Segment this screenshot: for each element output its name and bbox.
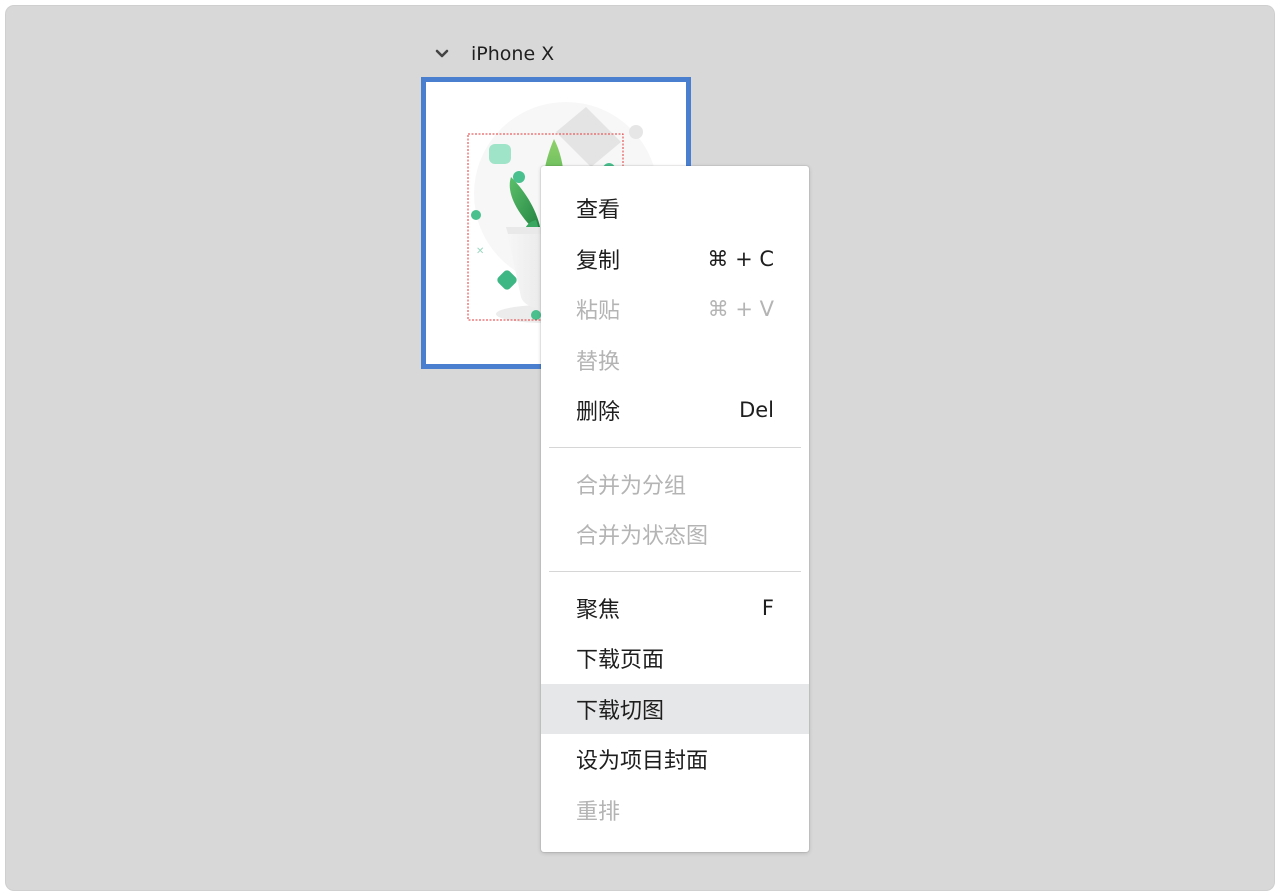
menu-item-rearrange: 重排: [541, 785, 809, 836]
menu-item-set-cover[interactable]: 设为项目封面: [541, 734, 809, 785]
menu-item-label: 下载切图: [576, 698, 665, 724]
menu-item-merge-state: 合并为状态图: [541, 509, 809, 560]
menu-item-label: 聚焦: [576, 597, 621, 623]
menu-item-label: 替换: [576, 349, 621, 375]
menu-item-label: 合并为分组: [576, 473, 687, 499]
menu-item-label: 重排: [576, 799, 621, 825]
menu-item-label: 下载页面: [576, 648, 665, 674]
artboard-header[interactable]: iPhone X: [434, 42, 554, 66]
menu-item-label: 粘贴: [576, 299, 621, 325]
context-menu: 查看 复制 ⌘ + C 粘贴 ⌘ + V 替换 删除 Del 合并为分组 合并为…: [541, 166, 809, 852]
menu-item-copy[interactable]: 复制 ⌘ + C: [541, 234, 809, 285]
menu-item-label: 查看: [576, 198, 621, 224]
menu-item-label: 合并为状态图: [576, 524, 709, 550]
menu-item-label: 复制: [576, 248, 621, 274]
menu-item-label: 设为项目封面: [576, 749, 709, 775]
menu-item-replace: 替换: [541, 335, 809, 386]
menu-item-shortcut: ⌘ + C: [707, 246, 774, 271]
menu-item-label: 删除: [576, 400, 621, 426]
menu-item-download-slices[interactable]: 下载切图: [541, 683, 809, 734]
menu-separator: [549, 446, 801, 448]
menu-separator: [549, 570, 801, 572]
menu-item-merge-group: 合并为分组: [541, 459, 809, 510]
menu-item-view[interactable]: 查看: [541, 183, 809, 234]
menu-item-shortcut: Del: [739, 398, 774, 423]
artboard-title: iPhone X: [471, 43, 555, 65]
menu-item-download-page[interactable]: 下载页面: [541, 633, 809, 684]
menu-item-shortcut: ⌘ + V: [707, 297, 774, 322]
chevron-down-icon[interactable]: [434, 46, 450, 62]
svg-text:✕: ✕: [476, 246, 484, 257]
menu-item-shortcut: F: [761, 595, 774, 620]
menu-item-focus[interactable]: 聚焦 F: [541, 583, 809, 634]
design-canvas[interactable]: iPhone X ✕ 查看 复制 ⌘ + C 粘贴 ⌘ + V 替换 删除 De…: [6, 6, 1274, 890]
menu-item-paste: 粘贴 ⌘ + V: [541, 284, 809, 335]
menu-item-delete[interactable]: 删除 Del: [541, 385, 809, 436]
